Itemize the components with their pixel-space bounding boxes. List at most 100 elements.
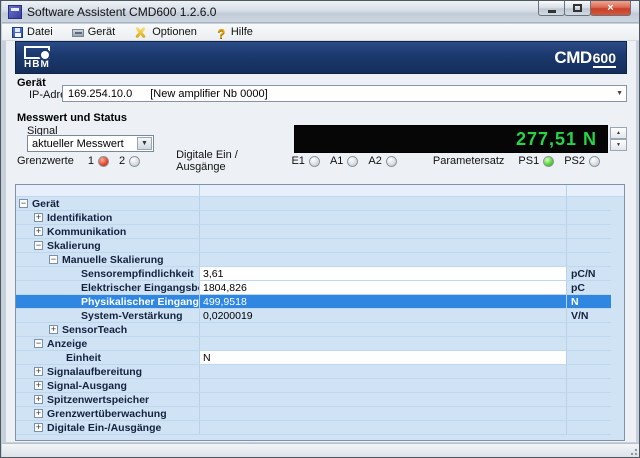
chevron-down-icon[interactable]: ▼ bbox=[137, 137, 152, 150]
menu-item-datei[interactable]: Datei bbox=[8, 25, 60, 40]
status-item-a2: A2 bbox=[368, 155, 396, 167]
tree-row-unit bbox=[567, 253, 611, 266]
spin-up-icon[interactable]: ▲ bbox=[610, 127, 627, 139]
status-item-label: PS1 bbox=[518, 155, 539, 167]
status-group-label: Digitale Ein / Ausgänge bbox=[176, 149, 277, 173]
tree-row-spitzenwertspeicher[interactable]: + Spitzenwertspeicher bbox=[16, 393, 611, 407]
collapse-icon[interactable]: − bbox=[49, 255, 58, 264]
app-icon bbox=[8, 5, 22, 19]
status-item-ps2: PS2 bbox=[564, 155, 600, 167]
status-item-label: A2 bbox=[368, 155, 381, 167]
expand-icon[interactable]: + bbox=[34, 423, 43, 432]
menu-item-optionen[interactable]: Optionen bbox=[130, 25, 204, 40]
status-item-label: 2 bbox=[119, 155, 125, 167]
tree-row-value bbox=[200, 407, 567, 420]
status-item-a1: A1 bbox=[330, 155, 358, 167]
close-button[interactable]: × bbox=[590, 1, 631, 16]
tree-row-sensorteach[interactable]: + SensorTeach bbox=[16, 323, 611, 337]
expand-icon[interactable]: + bbox=[34, 381, 43, 390]
menu-item-label: Datei bbox=[27, 26, 53, 38]
app-window: Software Assistent CMD600 1.2.6.0 × Date… bbox=[0, 0, 640, 458]
tree-row-signalaufbereitung[interactable]: +Signalaufbereitung bbox=[16, 365, 611, 379]
tree-row-value[interactable]: 1804,826 bbox=[200, 281, 567, 294]
tree-row-label: Gerät bbox=[32, 198, 59, 210]
expand-icon[interactable]: + bbox=[34, 409, 43, 418]
device-section-title: Gerät bbox=[17, 77, 46, 89]
tree-row-label: SensorTeach bbox=[62, 324, 127, 336]
tree-row-unit bbox=[567, 379, 611, 392]
tree-row-value: 0,0200019 bbox=[200, 309, 567, 322]
device-name-value: [New amplifier Nb 0000] bbox=[150, 88, 267, 100]
tree-row-unit bbox=[567, 197, 611, 210]
tree-row-value bbox=[200, 323, 567, 336]
tree-row-label: Einheit bbox=[66, 352, 101, 364]
status-item-1: 1 bbox=[88, 155, 109, 167]
tree-row-unit bbox=[567, 365, 611, 378]
tree-row-grenzwert-berwachung[interactable]: +Grenzwertüberwachung bbox=[16, 407, 611, 421]
tree-row-manuelle-skalierung[interactable]: −Manuelle Skalierung bbox=[16, 253, 611, 267]
tree-row-value bbox=[200, 365, 567, 378]
tree-row-label: Spitzenwertspeicher bbox=[47, 394, 149, 406]
tools-icon bbox=[134, 26, 148, 38]
led-off-icon bbox=[129, 156, 140, 167]
status-item-2: 2 bbox=[119, 155, 140, 167]
tree-row-einheit[interactable]: Einheit N bbox=[16, 351, 611, 365]
chevron-down-icon[interactable]: ▼ bbox=[616, 90, 623, 97]
collapse-icon[interactable]: − bbox=[19, 199, 28, 208]
status-group-parametersatz: ParametersatzPS1PS2 bbox=[433, 155, 610, 167]
measurement-value: 277,51 N bbox=[516, 129, 597, 150]
tree-row-identifikation[interactable]: +Identifikation bbox=[16, 211, 611, 225]
tree-row-value[interactable]: 3,61 bbox=[200, 267, 567, 280]
expand-icon[interactable]: + bbox=[34, 395, 43, 404]
resize-grip-icon[interactable] bbox=[628, 446, 637, 455]
tree-row-unit bbox=[567, 421, 611, 434]
expand-icon[interactable]: + bbox=[34, 213, 43, 222]
collapse-icon[interactable]: − bbox=[34, 241, 43, 250]
tree-row-label: Elektrischer Eingangsbereich bbox=[81, 282, 200, 294]
status-bar bbox=[2, 443, 639, 457]
led-off-icon bbox=[347, 156, 358, 167]
tree-row-value[interactable]: N bbox=[200, 351, 567, 364]
tree-row-signal-ausgang[interactable]: +Signal-Ausgang bbox=[16, 379, 611, 393]
status-item-ps1: PS1 bbox=[518, 155, 554, 167]
parameter-tree[interactable]: −Gerät+Identifikation+Kommunikation−Skal… bbox=[15, 184, 625, 441]
tree-row-value bbox=[200, 239, 567, 252]
tree-row-label: Kommunikation bbox=[47, 226, 126, 238]
tree-row-sensorempfindlichkeit[interactable]: Sensorempfindlichkeit3,61pC/N bbox=[16, 267, 611, 281]
tree-row-skalierung[interactable]: −Skalierung bbox=[16, 239, 611, 253]
tree-row-label: Physikalischer Eingangsberei bbox=[81, 296, 200, 308]
expand-icon[interactable]: + bbox=[34, 367, 43, 376]
menu-bar: Datei Gerät Optionen ?Hilfe bbox=[2, 24, 639, 41]
maximize-button[interactable] bbox=[564, 1, 591, 16]
tree-row-digitale-ein-ausg-nge[interactable]: +Digitale Ein-/Ausgänge bbox=[16, 421, 611, 435]
product-name: CMD600 bbox=[554, 48, 616, 68]
tree-row-unit bbox=[567, 239, 611, 252]
collapse-icon[interactable]: − bbox=[34, 339, 43, 348]
tree-row-system-verst-rkung[interactable]: System-Verstärkung0,0200019V/N bbox=[16, 309, 611, 323]
status-item-label: E1 bbox=[291, 155, 304, 167]
tree-row-kommunikation[interactable]: + Kommunikation bbox=[16, 225, 611, 239]
tree-row-unit bbox=[567, 351, 611, 364]
ip-address-select[interactable]: 169.254.10.0 [New amplifier Nb 0000] ▼ bbox=[62, 85, 627, 102]
tree-row-physikalischer-eingangsberei[interactable]: Physikalischer Eingangsberei499,9518N bbox=[16, 295, 611, 309]
minimize-icon bbox=[548, 10, 556, 13]
signal-select[interactable]: aktueller Messwert ▼ bbox=[27, 135, 154, 152]
minimize-button[interactable] bbox=[538, 1, 565, 16]
expand-icon[interactable]: + bbox=[49, 325, 58, 334]
tree-row-value[interactable]: 499,9518 bbox=[200, 295, 567, 308]
tree-row-unit bbox=[567, 407, 611, 420]
tree-row-label: Anzeige bbox=[47, 338, 87, 350]
menu-item-label: Optionen bbox=[152, 26, 197, 38]
tree-row-anzeige[interactable]: −Anzeige bbox=[16, 337, 611, 351]
tree-row-value bbox=[200, 393, 567, 406]
menu-item-ger-t[interactable]: Gerät bbox=[68, 25, 123, 40]
title-bar[interactable]: Software Assistent CMD600 1.2.6.0 × bbox=[2, 1, 639, 23]
spin-down-icon[interactable]: ▼ bbox=[610, 139, 627, 151]
device-icon bbox=[72, 29, 84, 37]
menu-item-hilfe[interactable]: ?Hilfe bbox=[212, 25, 260, 40]
tree-row-label: System-Verstärkung bbox=[81, 310, 183, 322]
expand-icon[interactable]: + bbox=[34, 227, 43, 236]
tree-row-elektrischer-eingangsbereich[interactable]: Elektrischer Eingangsbereich1804,826pC bbox=[16, 281, 611, 295]
tree-row-ger-t[interactable]: −Gerät bbox=[16, 197, 611, 211]
led-green-icon bbox=[543, 156, 554, 167]
